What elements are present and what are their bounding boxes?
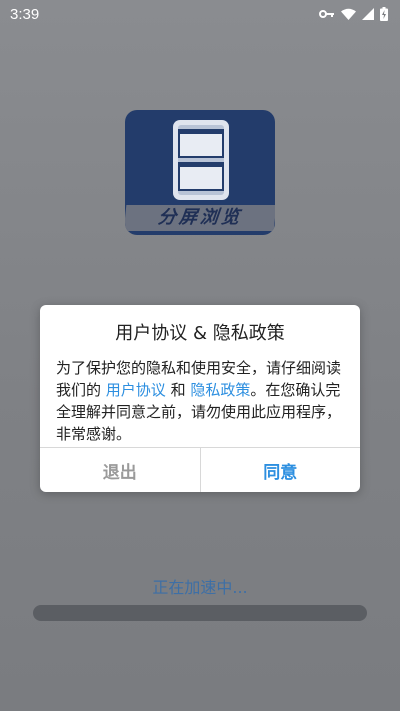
app-logo: 分屏浏览	[125, 110, 275, 235]
privacy-dialog: 用户协议 & 隐私政策 为了保护您的隐私和使用安全，请仔细阅读我们的 用户协议 …	[40, 305, 360, 492]
dialog-button-row: 退出 同意	[40, 448, 360, 492]
dialog-title: 用户协议 & 隐私政策	[115, 323, 285, 344]
logo-text: 分屏浏览	[125, 205, 275, 231]
key-icon	[319, 9, 335, 19]
status-time: 3:39	[10, 5, 40, 23]
dialog-message: 为了保护您的隐私和使用安全，请仔细阅读我们的 用户协议 和 隐私政策。在您确认完…	[56, 357, 346, 445]
exit-button[interactable]: 退出	[40, 448, 201, 492]
battery-charging-icon	[380, 7, 388, 21]
status-bar: 3:39	[0, 0, 400, 28]
loading-text: 正在加速中...	[152, 578, 248, 597]
loading-progress-bar	[33, 605, 367, 621]
status-icons	[319, 7, 388, 21]
agree-button[interactable]: 同意	[201, 448, 361, 492]
wifi-icon	[341, 8, 356, 20]
dialog-text-and: 和	[165, 381, 191, 399]
signal-icon	[362, 8, 374, 20]
privacy-policy-link[interactable]: 隐私政策	[190, 381, 250, 399]
user-agreement-link[interactable]: 用户协议	[106, 381, 166, 399]
